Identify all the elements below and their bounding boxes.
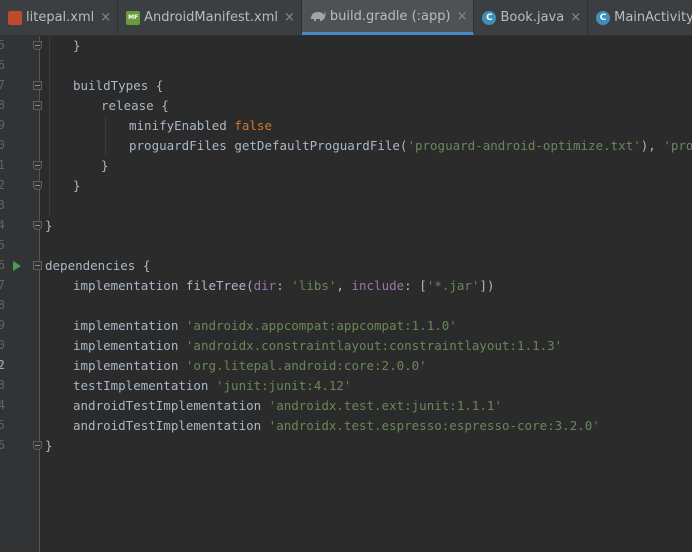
tab-book-java[interactable]: C Book.java × [474,0,589,35]
close-tab-icon[interactable]: × [457,9,468,24]
code-editor[interactable]: } buildTypes { release { minifyEnabled f… [45,36,692,552]
code-line: } [45,438,53,453]
close-tab-icon[interactable]: × [100,10,111,25]
line-number: 9 [0,118,5,132]
line-number: 3 [0,198,5,212]
code-line: minifyEnabled false [129,118,272,133]
code-line: release { [101,98,169,113]
tab-label: MainActivity.java [614,10,692,25]
tab-build-gradle[interactable]: build.gradle (:app) × [301,0,475,35]
line-number: 1 [0,158,5,172]
java-class-icon: C [482,10,497,25]
editor-gutter: 5 6 7 8 9 0 1 2 3 4 5 6 7 8 9 0 1 2 3 4 … [0,36,42,552]
line-number: 9 [0,318,5,332]
code-line: } [101,158,109,173]
fold-icon[interactable] [33,81,42,90]
fold-icon[interactable] [33,101,42,110]
code-line: dependencies { [45,258,151,273]
code-line: androidTestImplementation 'androidx.test… [73,398,502,413]
fold-end-icon[interactable] [33,181,42,190]
tab-label: litepal.xml [26,10,95,25]
code-line: implementation fileTree(dir: 'libs', inc… [73,278,495,293]
code-line: buildTypes { [73,78,164,93]
line-number: 5 [0,238,5,252]
code-line: } [45,218,53,233]
code-line: } [73,178,81,193]
tab-main-activity-java[interactable]: C MainActivity.java [588,0,692,35]
line-number: 3 [0,378,5,392]
line-number: 4 [0,218,5,232]
line-number: 0 [0,338,5,352]
indent-guide [105,116,106,156]
manifest-file-icon: MF [126,10,141,25]
editor-tab-bar: litepal.xml × MF AndroidManifest.xml × b… [0,0,692,36]
line-number: 7 [0,278,5,292]
fold-icon[interactable] [33,261,42,270]
code-line: implementation 'androidx.appcompat:appco… [73,318,457,333]
line-number: 8 [0,298,5,312]
line-number: 8 [0,98,5,112]
code-line: } [73,38,81,53]
java-class-icon: C [596,10,611,25]
line-number-current: 2 [0,358,5,372]
line-number: 6 [0,258,5,272]
fold-end-icon[interactable] [33,221,42,230]
code-line: testImplementation 'junit:junit:4.12' [73,378,352,393]
tab-android-manifest[interactable]: MF AndroidManifest.xml × [118,0,302,35]
tab-label: AndroidManifest.xml [144,10,278,25]
close-tab-icon[interactable]: × [570,10,581,25]
line-number: 6 [0,58,5,72]
tab-label: Book.java [500,10,565,25]
fold-end-icon[interactable] [33,161,42,170]
tab-label: build.gradle (:app) [329,8,451,24]
line-number: 2 [0,178,5,192]
code-line: androidTestImplementation 'androidx.test… [73,418,600,433]
line-number: 7 [0,78,5,92]
line-number: 0 [0,138,5,152]
run-icon[interactable] [13,261,21,271]
code-line: implementation 'org.litepal.android:core… [73,358,427,373]
gradle-icon [310,10,326,22]
line-number: 5 [0,418,5,432]
tab-litepal-xml[interactable]: litepal.xml × [0,0,119,35]
code-line: implementation 'androidx.constraintlayou… [73,338,563,353]
line-number: 5 [0,38,5,52]
line-number: 4 [0,398,5,412]
xml-file-icon [8,10,22,25]
line-number: 6 [0,438,5,452]
close-tab-icon[interactable]: × [284,10,295,25]
fold-end-icon[interactable] [33,41,42,50]
code-line: proguardFiles getDefaultProguardFile('pr… [129,138,692,153]
fold-end-icon[interactable] [33,441,42,450]
indent-guide [49,36,50,216]
